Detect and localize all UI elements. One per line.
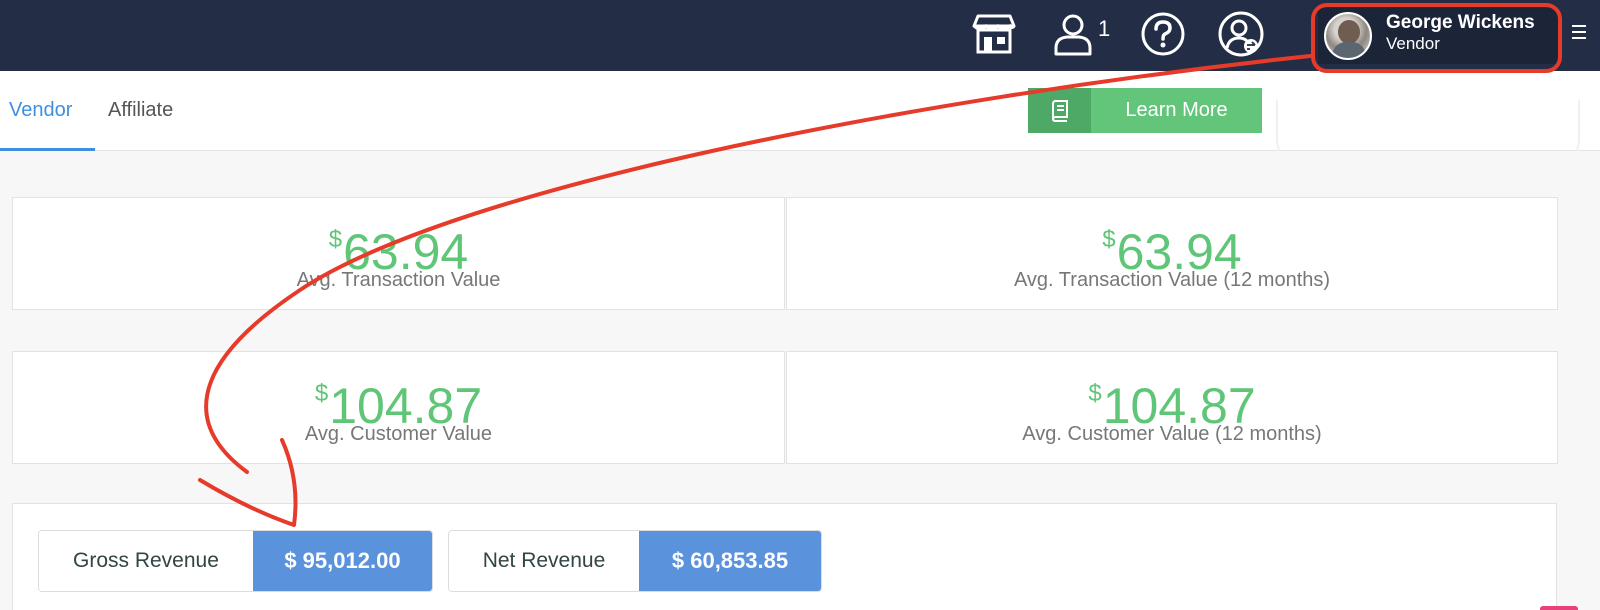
stat-label: Avg. Customer Value xyxy=(304,423,493,445)
top-navigation-bar: 1 George Wickens Vendor xyxy=(0,0,1600,71)
profile-name: George Wickens xyxy=(1386,12,1535,33)
help-icon xyxy=(1141,12,1185,56)
stat-label: Avg. Customer Value (12 months) xyxy=(1022,423,1322,445)
storefront-button[interactable] xyxy=(969,9,1019,59)
stat-card-avg-transaction: $63.94 Avg. Transaction Value xyxy=(12,197,785,310)
learn-more-label: Learn More xyxy=(1091,88,1262,133)
floating-widget-tab[interactable] xyxy=(1540,606,1578,610)
hamburger-menu-icon[interactable] xyxy=(1572,25,1586,41)
net-revenue-value: $ 60,853.85 xyxy=(638,531,821,591)
gross-revenue-label: Gross Revenue xyxy=(39,531,253,591)
user-icon xyxy=(1054,14,1092,56)
gross-revenue-value: $ 95,012.00 xyxy=(252,531,432,591)
user-count-badge: 1 xyxy=(1098,16,1111,41)
tab-vendor[interactable]: Vendor xyxy=(0,71,95,151)
account-switch-button[interactable] xyxy=(1216,9,1266,59)
book-icon xyxy=(1028,88,1091,133)
help-button[interactable] xyxy=(1138,9,1188,59)
stat-card-avg-customer-12m: $104.87 Avg. Customer Value (12 months) xyxy=(786,351,1558,464)
tab-affiliate[interactable]: Affiliate xyxy=(108,71,173,151)
learn-more-button[interactable]: Learn More xyxy=(1028,88,1262,133)
avatar xyxy=(1324,12,1372,60)
stat-card-avg-customer: $104.87 Avg. Customer Value xyxy=(12,351,785,464)
account-switch-icon xyxy=(1218,11,1264,57)
storefront-icon xyxy=(972,14,1016,54)
profile-role: Vendor xyxy=(1386,34,1440,53)
stat-card-avg-transaction-12m: $63.94 Avg. Transaction Value (12 months… xyxy=(786,197,1558,310)
user-profile-menu[interactable]: George Wickens Vendor xyxy=(1318,8,1558,64)
gross-revenue-button[interactable]: Gross Revenue $ 95,012.00 xyxy=(38,530,433,592)
stat-label: Avg. Transaction Value xyxy=(296,269,501,291)
stat-label: Avg. Transaction Value (12 months) xyxy=(1013,269,1331,291)
net-revenue-button[interactable]: Net Revenue $ 60,853.85 xyxy=(448,530,822,592)
net-revenue-label: Net Revenue xyxy=(449,531,639,591)
users-button[interactable] xyxy=(1048,9,1098,59)
